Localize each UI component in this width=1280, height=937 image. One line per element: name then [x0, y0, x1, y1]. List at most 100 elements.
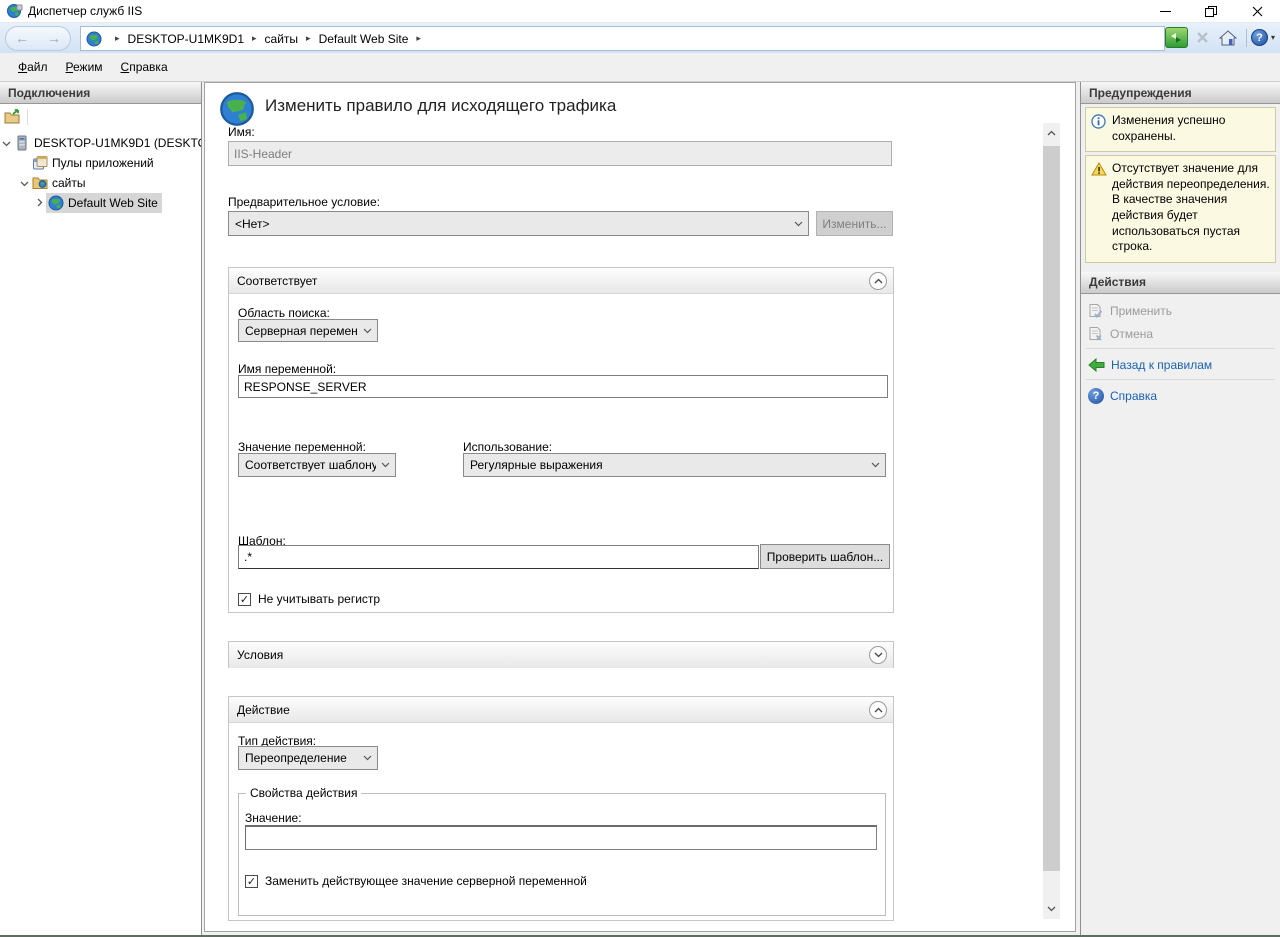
menu-view[interactable]: Режим [57, 56, 112, 78]
breadcrumb-item-site[interactable]: Default Web Site [319, 32, 409, 46]
action-section-title: Действие [237, 703, 869, 717]
scope-label: Область поиска: [238, 306, 330, 320]
collapse-icon[interactable] [869, 701, 887, 719]
tree-node-app-pools[interactable]: Пулы приложений [0, 153, 201, 173]
test-pattern-button[interactable]: Проверить шаблон... [760, 544, 890, 569]
scroll-down-icon[interactable] [1043, 899, 1060, 919]
ignore-case-checkbox[interactable]: ✓ [238, 593, 251, 606]
connections-tree: DESKTOP-U1MK9D1 (DESKTO Пулы приложений [0, 130, 201, 213]
expand-icon[interactable] [869, 646, 887, 664]
tree-label: Пулы приложений [52, 156, 158, 170]
action-type-select[interactable]: Переопределение [238, 746, 378, 770]
tree-label: Default Web Site [68, 196, 162, 210]
breadcrumb-arrow-icon[interactable]: ▸ [306, 33, 311, 44]
replace-value-label: Заменить действующее значение серверной … [265, 874, 587, 888]
home-icon[interactable] [1217, 27, 1240, 48]
chevron-down-icon [376, 462, 395, 468]
collapse-icon[interactable] [869, 272, 887, 290]
restart-icon[interactable] [1165, 27, 1188, 48]
variable-name-label: Имя переменной: [238, 362, 336, 376]
window-title: Диспетчер служб IIS [28, 4, 142, 18]
tree-label: сайты [52, 176, 90, 190]
help-dropdown-icon[interactable]: ▾ [1271, 33, 1275, 42]
name-input [228, 141, 892, 166]
app-pools-icon [32, 155, 48, 171]
actions-list: Применить Отмена Назад к правилам [1081, 294, 1280, 409]
restore-button[interactable] [1188, 0, 1234, 22]
breadcrumb-item-sites[interactable]: сайты [265, 32, 299, 46]
tree-node-server[interactable]: DESKTOP-U1MK9D1 (DESKTO [0, 133, 201, 153]
cancel-label: Отмена [1110, 327, 1153, 341]
scroll-up-icon[interactable] [1043, 123, 1060, 143]
value-input[interactable] [245, 825, 877, 850]
menu-help[interactable]: Справка [112, 56, 177, 78]
selected-tree-item[interactable]: Default Web Site [46, 193, 162, 213]
toolbar-separator [1246, 29, 1247, 47]
alert-warning: Отсутствует значение для действия переоп… [1085, 155, 1276, 263]
breadcrumb-arrow-icon: ▸ [115, 33, 120, 44]
site-globe-icon [48, 195, 64, 211]
connections-panel: Подключения [0, 82, 202, 937]
tree-node-default-web-site[interactable]: Default Web Site [0, 193, 201, 213]
vertical-scrollbar[interactable] [1043, 123, 1060, 919]
scrollbar-thumb[interactable] [1043, 146, 1060, 871]
help-icon[interactable]: ? [1251, 29, 1268, 46]
close-button[interactable] [1234, 0, 1280, 22]
address-bar: ← → ▸ DESKTOP-U1MK9D1 ▸ сайты ▸ Default … [0, 22, 1280, 53]
value-label: Значение: [245, 811, 302, 825]
back-to-rules-label: Назад к правилам [1111, 358, 1212, 372]
stop-icon [1191, 27, 1214, 48]
edit-rule-page: Изменить правило для исходящего трафика … [204, 82, 1076, 932]
chevron-down-icon [789, 221, 808, 227]
replace-value-row[interactable]: ✓ Заменить действующее значение серверно… [245, 874, 587, 888]
breadcrumb-item-server[interactable]: DESKTOP-U1MK9D1 [128, 32, 244, 46]
actions-separator [1086, 379, 1275, 380]
conditions-section-title: Условия [237, 648, 869, 662]
action-properties-group: Свойства действия Значение: ✓ Заменить д… [238, 793, 886, 916]
globe-icon [86, 31, 102, 47]
match-section: Соответствует Область поиска: Серверная … [228, 267, 894, 613]
replace-value-checkbox[interactable]: ✓ [245, 875, 258, 888]
cancel-action: Отмена [1081, 324, 1280, 344]
scope-select[interactable]: Серверная переменн [238, 319, 378, 342]
chevron-right-icon[interactable] [34, 196, 46, 210]
actions-header: Действия [1081, 272, 1280, 294]
save-connections-icon[interactable] [4, 109, 22, 125]
alert-info-text: Изменения успешно сохранены. [1112, 113, 1271, 144]
precondition-select[interactable]: <Нет> [228, 211, 809, 236]
page-globe-icon [219, 91, 255, 127]
chevron-down-icon[interactable] [18, 176, 30, 190]
pattern-input[interactable] [238, 545, 759, 569]
using-label: Использование: [463, 440, 552, 454]
breadcrumb-arrow-icon[interactable]: ▸ [252, 33, 257, 44]
chevron-down-icon [358, 755, 377, 761]
nav-buttons: ← → [5, 26, 71, 51]
back-to-rules-action[interactable]: Назад к правилам [1081, 355, 1280, 375]
help-icon: ? [1088, 388, 1104, 404]
menu-bar: Файл Режим Справка [0, 53, 1280, 82]
variable-value-select[interactable]: Соответствует шаблону [238, 453, 396, 477]
match-section-title: Соответствует [237, 274, 869, 288]
cancel-icon [1088, 326, 1104, 342]
variable-value-label: Значение переменной: [238, 440, 366, 454]
breadcrumb[interactable]: ▸ DESKTOP-U1MK9D1 ▸ сайты ▸ Default Web … [80, 26, 1165, 51]
tree-label: DESKTOP-U1MK9D1 (DESKTO [34, 136, 201, 150]
menu-file[interactable]: Файл [9, 56, 57, 78]
title-bar: Диспетчер служб IIS [0, 0, 1280, 22]
using-select[interactable]: Регулярные выражения [463, 453, 886, 477]
connections-header: Подключения [0, 82, 201, 104]
variable-name-input[interactable] [238, 375, 888, 398]
page-title: Изменить правило для исходящего трафика [265, 96, 616, 116]
back-icon[interactable]: ← [15, 31, 29, 45]
apply-label: Применить [1110, 304, 1172, 318]
alert-info: Изменения успешно сохранены. [1085, 107, 1276, 152]
forward-icon[interactable]: → [47, 31, 61, 45]
tree-node-sites[interactable]: сайты [0, 173, 201, 193]
minimize-button[interactable] [1142, 0, 1188, 22]
help-action[interactable]: ? Справка [1081, 386, 1280, 406]
ignore-case-row[interactable]: ✓ Не учитывать регистр [238, 592, 380, 606]
edit-precondition-button: Изменить... [816, 211, 893, 236]
breadcrumb-arrow-icon[interactable]: ▸ [416, 33, 421, 44]
chevron-down-icon[interactable] [0, 136, 12, 150]
iis-manager-window: Диспетчер служб IIS ← → ▸ D [0, 0, 1280, 937]
